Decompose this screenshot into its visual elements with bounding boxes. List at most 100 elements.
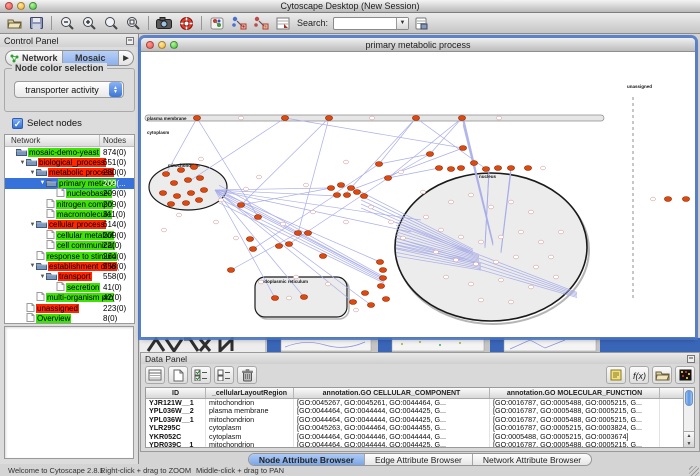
graph-node-small[interactable] bbox=[518, 230, 523, 234]
graph-node-small[interactable] bbox=[398, 170, 403, 174]
graph-node-small[interactable] bbox=[325, 282, 330, 286]
graph-node-selected[interactable] bbox=[187, 191, 194, 196]
graph-node-small[interactable] bbox=[498, 278, 503, 282]
open-file-icon[interactable] bbox=[4, 14, 24, 32]
graph-node-selected[interactable] bbox=[195, 198, 202, 203]
graph-node-small[interactable] bbox=[176, 213, 181, 217]
zoom-out-icon[interactable] bbox=[57, 14, 77, 32]
graph-node-selected[interactable] bbox=[184, 178, 191, 183]
table-row[interactable]: YDR039C__1mitochondrion[GO:0044464, GO:0… bbox=[146, 441, 683, 447]
expand-triangle-icon[interactable]: ▼ bbox=[29, 222, 36, 228]
graph-node-selected[interactable] bbox=[246, 237, 253, 242]
graph-node-small[interactable] bbox=[213, 220, 218, 224]
graph-node-small[interactable] bbox=[650, 197, 655, 201]
graph-node-small[interactable] bbox=[458, 235, 463, 239]
graph-node-small[interactable] bbox=[496, 116, 501, 120]
graph-node-small[interactable] bbox=[420, 190, 425, 194]
graph-node-selected[interactable] bbox=[170, 181, 177, 186]
tree-row[interactable]: ▼cellular process614(0) bbox=[5, 220, 134, 230]
load-attributes-folder-icon[interactable] bbox=[652, 366, 672, 384]
table-row[interactable]: YPL036W__2plasma membrane[GO:0044464, GO… bbox=[146, 407, 683, 415]
tree-row[interactable]: cell communicat22(0) bbox=[5, 241, 134, 251]
graph-node-small[interactable] bbox=[400, 236, 405, 240]
graph-node-small[interactable] bbox=[548, 255, 553, 259]
table-row[interactable]: YPL036W__1mitochondrion[GO:0044464, GO:0… bbox=[146, 416, 683, 424]
graph-node-small[interactable] bbox=[540, 166, 545, 170]
graph-node-small[interactable] bbox=[488, 205, 493, 209]
browser-tab[interactable]: Network Attribute Browser bbox=[473, 454, 591, 465]
graph-node-selected[interactable] bbox=[294, 231, 301, 236]
graph-node-selected[interactable] bbox=[447, 167, 454, 172]
graph-node-small[interactable] bbox=[198, 157, 203, 161]
graph-node-small[interactable] bbox=[468, 193, 473, 197]
graph-node-selected[interactable] bbox=[343, 193, 350, 198]
graph-node-small[interactable] bbox=[528, 285, 533, 289]
expand-triangle-icon[interactable]: ▼ bbox=[39, 274, 46, 280]
graph-node-small[interactable] bbox=[303, 183, 308, 187]
graph-node-small[interactable] bbox=[343, 220, 348, 224]
snapshot-camera-icon[interactable] bbox=[154, 14, 174, 32]
tree-row[interactable]: ▼establishment of lo558(0) bbox=[5, 261, 134, 271]
graph-node-small[interactable] bbox=[423, 215, 428, 219]
expand-triangle-icon[interactable]: ▼ bbox=[39, 180, 46, 186]
graph-node-small[interactable] bbox=[508, 300, 513, 304]
graph-node-small[interactable] bbox=[508, 200, 513, 204]
graph-node-small[interactable] bbox=[528, 210, 533, 214]
tree-row[interactable]: Overview8(0) bbox=[5, 313, 134, 323]
graph-node-selected[interactable] bbox=[507, 166, 514, 171]
tab-overflow-arrow-icon[interactable]: ▶ bbox=[119, 51, 133, 65]
graph-node-small[interactable] bbox=[238, 116, 243, 120]
graph-node-small[interactable] bbox=[553, 275, 558, 279]
import-table-icon[interactable] bbox=[411, 14, 431, 32]
graph-node-selected[interactable] bbox=[384, 176, 391, 181]
tree-row[interactable]: nucleobase-209(0) bbox=[5, 189, 134, 199]
graph-node-selected[interactable] bbox=[458, 116, 465, 121]
graph-node-selected[interactable] bbox=[319, 254, 326, 259]
tree-row[interactable]: cellular metabol209(0) bbox=[5, 230, 134, 240]
graph-node-selected[interactable] bbox=[167, 202, 174, 207]
graph-node-selected[interactable] bbox=[162, 172, 169, 177]
network-canvas[interactable]: plasma membranecytoplasmmitochondrionnuc… bbox=[141, 52, 693, 335]
graph-node-selected[interactable] bbox=[337, 183, 344, 188]
unselect-attributes-icon[interactable] bbox=[214, 366, 234, 384]
tree-row[interactable]: mosaic-demo-yeast874(0) bbox=[5, 147, 134, 157]
graph-node-small[interactable] bbox=[368, 205, 373, 209]
graph-node-selected[interactable] bbox=[376, 260, 383, 265]
float-panel-icon[interactable] bbox=[126, 37, 134, 45]
graph-node-small[interactable] bbox=[468, 282, 473, 286]
select-nodes-checkbox[interactable]: ✓ bbox=[12, 118, 23, 129]
tree-row[interactable]: multi-organism pro42(0) bbox=[5, 292, 134, 302]
graph-node-selected[interactable] bbox=[382, 297, 389, 302]
expand-triangle-icon[interactable]: ▼ bbox=[29, 170, 36, 176]
graph-node-small[interactable] bbox=[310, 210, 315, 214]
attribute-table-icon[interactable] bbox=[145, 366, 165, 384]
graph-node-selected[interactable] bbox=[361, 291, 368, 296]
graph-node-small[interactable] bbox=[280, 222, 285, 226]
graph-node-small[interactable] bbox=[558, 230, 563, 234]
graph-node-selected[interactable] bbox=[275, 244, 282, 249]
graph-node-small[interactable] bbox=[388, 220, 393, 224]
graph-node-small[interactable] bbox=[433, 250, 438, 254]
zoom-in-icon[interactable] bbox=[79, 14, 99, 32]
graph-node-selected[interactable] bbox=[227, 268, 234, 273]
graph-node-selected[interactable] bbox=[177, 168, 184, 173]
search-input[interactable] bbox=[334, 18, 396, 29]
vizmapper-icon[interactable] bbox=[207, 14, 227, 32]
graph-node-small[interactable] bbox=[478, 240, 483, 244]
graph-node-selected[interactable] bbox=[664, 197, 671, 202]
graph-node-small[interactable] bbox=[161, 228, 166, 232]
table-scrollbar[interactable]: ▲▼ bbox=[683, 388, 694, 447]
nucleus-region[interactable] bbox=[395, 173, 587, 321]
tree-row[interactable]: response to stimulu264(0) bbox=[5, 251, 134, 261]
table-row[interactable]: YJR121W__1mitochondrion[GO:0045267, GO:0… bbox=[146, 399, 683, 407]
notes-icon[interactable] bbox=[606, 366, 626, 384]
graph-node-selected[interactable] bbox=[193, 116, 200, 121]
graph-node-selected[interactable] bbox=[325, 116, 332, 121]
zoom-fit-icon[interactable] bbox=[101, 14, 121, 32]
browser-tab[interactable]: Edge Attribute Browser bbox=[365, 454, 473, 465]
graph-node-selected[interactable] bbox=[281, 116, 288, 121]
tree-row[interactable]: nitrogen compo209(0) bbox=[5, 199, 134, 209]
graph-node-selected[interactable] bbox=[249, 247, 256, 252]
resize-grip[interactable] bbox=[689, 466, 699, 476]
formula-fx-icon[interactable]: f(x) bbox=[629, 366, 649, 384]
